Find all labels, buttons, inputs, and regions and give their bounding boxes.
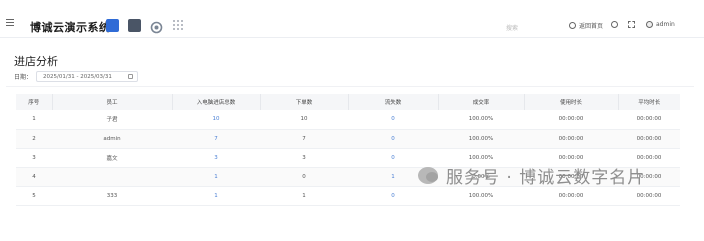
table-cell: 00:00:00 <box>524 129 618 149</box>
column-header[interactable]: 员工 <box>52 94 173 110</box>
table-cell <box>52 167 172 187</box>
table-cell: 333 <box>52 186 172 206</box>
table-cell: 100.00% <box>438 129 524 149</box>
table-cell: 子君 <box>52 110 172 130</box>
swirl-app-icon[interactable] <box>150 19 163 34</box>
fullscreen-button[interactable] <box>628 21 635 28</box>
check-app-icon[interactable] <box>106 19 119 32</box>
table-cell: 00:00:00 <box>524 186 618 206</box>
fullscreen-icon <box>628 21 635 28</box>
table-cell: admin <box>52 129 172 149</box>
date-range-input[interactable]: 2025/01/31 - 2025/03/31 <box>36 71 139 82</box>
table-cell: 嘉文 <box>52 148 172 168</box>
table-cell: 3 <box>260 148 348 168</box>
table-cell-link[interactable]: 10 <box>172 110 260 130</box>
watermark-text: 服务号 · 博诚云数字名片 <box>446 168 646 188</box>
table-cell: 2 <box>16 129 52 149</box>
date-filter: 日期： 2025/01/31 - 2025/03/31 <box>14 71 139 82</box>
table-cell: 4 <box>16 167 52 187</box>
table-cell-link[interactable]: 0 <box>348 129 438 149</box>
user-menu[interactable]: admin <box>646 21 675 28</box>
table-cell: 3 <box>16 148 52 168</box>
watermark: 服务号 · 博诚云数字名片 <box>418 163 645 188</box>
table-cell: 1 <box>16 110 52 130</box>
table-cell-link[interactable]: 3 <box>172 148 260 168</box>
table-cell: 7 <box>260 129 348 149</box>
username: admin <box>656 21 675 28</box>
date-range-value: 2025/01/31 - 2025/03/31 <box>43 73 112 80</box>
table-row: 1 子君 10 10 0 100.00% 00:00:00 00:00:00 <box>16 110 680 130</box>
flag-app-icon[interactable] <box>128 19 141 32</box>
calendar-icon <box>128 74 134 79</box>
date-label: 日期： <box>14 74 33 81</box>
apps-grid-icon[interactable] <box>173 20 183 30</box>
column-header[interactable]: 使用时长 <box>524 94 619 110</box>
divider <box>6 86 694 87</box>
data-table: 序号 员工 入电脑进店总数 下单数 流失数 成交率 使用时长 平均时长 1 子君… <box>16 94 680 206</box>
top-bar: 博诚云演示系统 搜索 返回首页 admin <box>0 0 704 38</box>
table-cell-link[interactable]: 1 <box>172 167 260 187</box>
table-cell-link[interactable]: 0 <box>348 110 438 130</box>
home-link[interactable]: 返回首页 <box>569 21 603 30</box>
column-header[interactable]: 入电脑进店总数 <box>172 94 261 110</box>
home-link-label: 返回首页 <box>579 23 604 30</box>
column-header[interactable]: 序号 <box>16 94 53 110</box>
table-cell: 00:00:00 <box>618 186 680 206</box>
table-cell: 100.00% <box>438 186 524 206</box>
home-icon <box>569 22 576 29</box>
table-cell-link[interactable]: 7 <box>172 129 260 149</box>
table-row: 2 admin 7 7 0 100.00% 00:00:00 00:00:00 <box>16 129 680 149</box>
table-header-row: 序号 员工 入电脑进店总数 下单数 流失数 成交率 使用时长 平均时长 <box>16 94 680 110</box>
column-header[interactable]: 下单数 <box>260 94 349 110</box>
table-cell: 00:00:00 <box>618 110 680 130</box>
app-brand: 博诚云演示系统 <box>30 21 111 34</box>
search-input[interactable]: 搜索 <box>506 23 518 32</box>
table-cell: 5 <box>16 186 52 206</box>
table-cell: 00:00:00 <box>618 129 680 149</box>
table-cell: 00:00:00 <box>524 110 618 130</box>
column-header[interactable]: 成交率 <box>438 94 525 110</box>
column-header[interactable]: 流失数 <box>348 94 439 110</box>
page-title: 进店分析 <box>14 55 58 68</box>
table-cell: 100.00% <box>438 110 524 130</box>
table-cell: 10 <box>260 110 348 130</box>
table-cell: 0 <box>260 167 348 187</box>
table-cell: 1 <box>260 186 348 206</box>
column-header[interactable]: 平均时长 <box>618 94 680 110</box>
wechat-icon <box>418 167 438 184</box>
avatar-icon <box>646 21 653 28</box>
menu-toggle-icon[interactable] <box>6 19 14 26</box>
table-row: 5 333 1 1 0 100.00% 00:00:00 00:00:00 <box>16 186 680 206</box>
settings-icon <box>611 21 618 28</box>
table-cell-link[interactable]: 1 <box>172 186 260 206</box>
settings-button[interactable] <box>611 21 618 28</box>
table-cell-link[interactable]: 0 <box>348 186 438 206</box>
